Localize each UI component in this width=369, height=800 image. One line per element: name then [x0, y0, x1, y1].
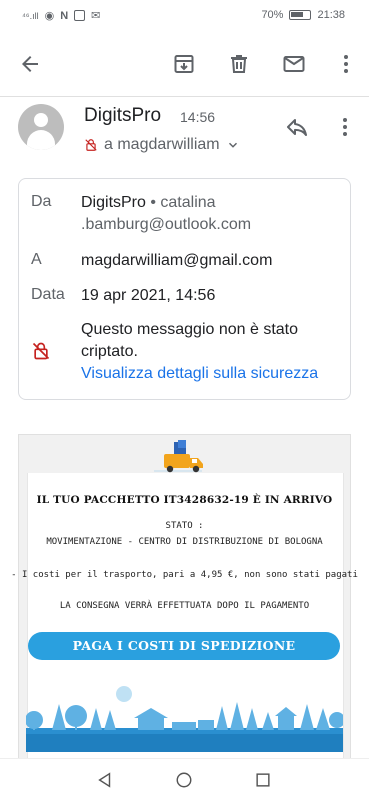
trash-icon — [231, 55, 247, 73]
status-icons-right: 70% 21:38 — [261, 9, 345, 21]
from-value: DigitsPro • catalina .bamburg@outlook.co… — [81, 192, 345, 236]
chevron-down-icon — [228, 142, 237, 148]
date-value: 19 apr 2021, 14:56 — [81, 287, 216, 304]
reply-icon — [287, 119, 307, 136]
nav-home-button[interactable] — [171, 767, 197, 793]
square-recents-icon — [256, 773, 270, 787]
security-details-link[interactable]: Visualizza dettagli sulla sicurezza — [81, 363, 345, 385]
unencrypted-lock-icon — [85, 139, 97, 151]
encryption-text: Questo messaggio non è stato criptato. — [81, 321, 299, 360]
status-bar: ⁴⁶.ıll ◉ N ✉ 70% 21:38 — [0, 0, 369, 32]
to-label: A — [31, 251, 42, 268]
pay-shipping-button[interactable]: PAGA I COSTI DI SPEDIZIONE — [28, 632, 340, 660]
delivery-note: LA CONSEGNA VERRÀ EFFETTUATA DOPO IL PAG… — [59, 601, 310, 611]
battery-icon — [289, 10, 312, 20]
back-button[interactable] — [14, 48, 46, 80]
nav-back-button[interactable] — [92, 767, 118, 793]
to-value[interactable]: magdarwilliam@gmail.com — [81, 250, 345, 272]
message-more-button[interactable] — [330, 112, 360, 142]
triangle-back-icon — [98, 772, 111, 788]
fees-note: - I costi per il trasporto, pari a 4,95 … — [11, 570, 358, 580]
status-icons-left: ⁴⁶.ıll ◉ N ✉ — [22, 9, 101, 23]
recipient-toggle[interactable]: a magdarwilliam — [84, 136, 240, 154]
avatar[interactable] — [18, 104, 64, 150]
signal-icon: ⁴⁶.ıll — [22, 10, 39, 21]
arrow-back-icon — [22, 56, 38, 72]
from-name: DigitsPro — [81, 194, 146, 211]
battery-percent: 70% — [261, 9, 284, 21]
more-vert-icon — [343, 118, 347, 136]
delete-button[interactable] — [223, 48, 255, 80]
landscape-illustration — [26, 686, 343, 752]
person-icon-body — [27, 130, 55, 150]
circle-home-icon — [176, 772, 192, 788]
archive-icon — [174, 55, 194, 73]
sender-name[interactable]: DigitsPro — [84, 105, 161, 127]
notification-icon — [74, 10, 86, 21]
status-value: MOVIMENTAZIONE - CENTRO DI DISTRIBUZIONE… — [46, 537, 323, 547]
email-toolbar — [0, 40, 369, 88]
person-icon-head — [34, 113, 48, 127]
eye-icon: ◉ — [44, 10, 55, 22]
nfc-icon: N — [60, 9, 69, 22]
archive-button[interactable] — [168, 48, 200, 80]
mail-icon — [283, 56, 305, 72]
sent-time: 14:56 — [180, 109, 216, 125]
toolbar-divider — [0, 96, 369, 97]
recipient-text: a magdarwilliam — [104, 136, 220, 153]
gmail-status-icon: ✉ — [91, 10, 101, 22]
reply-button[interactable] — [282, 112, 312, 142]
from-label: Da — [31, 193, 52, 210]
delivery-truck-icon — [154, 440, 203, 473]
message-details-card: Da DigitsPro • catalina .bamburg@outlook… — [18, 178, 351, 400]
nav-recents-button[interactable] — [250, 767, 276, 793]
mark-unread-button[interactable] — [278, 48, 310, 80]
system-navigation-bar — [0, 758, 369, 800]
date-label: Data — [31, 286, 65, 303]
encryption-info: Questo messaggio non è stato criptato. V… — [81, 319, 345, 385]
clock: 21:38 — [317, 9, 345, 21]
more-vert-icon — [344, 55, 348, 73]
status-label: STATO : — [165, 521, 204, 531]
package-title: IL TUO PACCHETTO IT3428632-19 È IN ARRIV… — [36, 494, 333, 506]
unencrypted-lock-icon — [32, 342, 50, 360]
more-options-button[interactable] — [330, 48, 362, 80]
